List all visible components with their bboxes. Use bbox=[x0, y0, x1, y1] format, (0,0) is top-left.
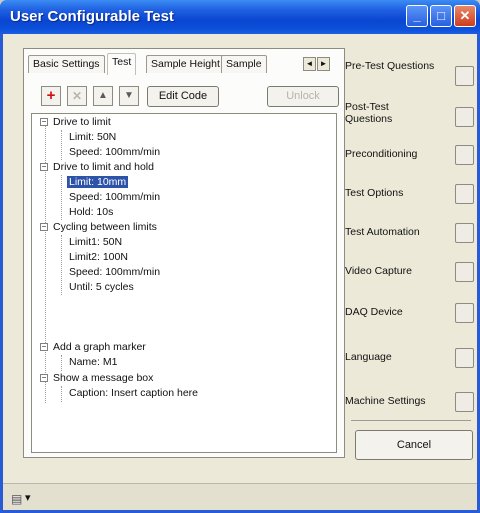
collapse-icon[interactable]: − bbox=[40, 223, 48, 231]
divider bbox=[351, 420, 471, 421]
tree-item-label: Drive to limit bbox=[53, 116, 111, 128]
side-item-machine-settings[interactable]: Machine Settings bbox=[345, 388, 475, 418]
open-settings-button[interactable] bbox=[455, 145, 474, 165]
side-item-preconditioning[interactable]: Preconditioning bbox=[345, 141, 475, 171]
tree-item-label: Speed: 100mm/min bbox=[69, 146, 161, 158]
side-item-label: Machine Settings bbox=[345, 395, 426, 407]
side-item-pre-test-questions[interactable]: Pre-Test Questions bbox=[345, 58, 475, 94]
open-settings-button[interactable] bbox=[455, 66, 474, 86]
minimize-button[interactable]: _ bbox=[406, 5, 428, 27]
tab-strip: Basic Settings Test Sample Height Sample… bbox=[28, 53, 342, 75]
tab-test[interactable]: Test bbox=[107, 53, 137, 75]
tab-sample[interactable]: Sample bbox=[221, 55, 267, 73]
tree-item-label: Hold: 10s bbox=[69, 206, 114, 218]
tree-item[interactable]: − Show a message box bbox=[36, 371, 153, 386]
open-settings-button[interactable] bbox=[455, 348, 474, 368]
tree-item-label-selected: Limit: 10mm bbox=[67, 176, 129, 188]
collapse-icon[interactable]: − bbox=[40, 163, 48, 171]
tree-item[interactable]: Limit1: 50N bbox=[69, 235, 122, 250]
tab-scroll-left-icon[interactable]: ◄ bbox=[303, 57, 316, 71]
tree-connector bbox=[61, 235, 62, 295]
side-item-label: Pre-Test Questions bbox=[345, 60, 435, 72]
tree-item[interactable]: Name: M1 bbox=[69, 355, 117, 370]
open-settings-button[interactable] bbox=[455, 107, 474, 127]
side-item-label: Video Capture bbox=[345, 265, 412, 277]
side-item-test-options[interactable]: Test Options bbox=[345, 180, 475, 210]
move-down-icon[interactable]: ▼ bbox=[119, 86, 139, 106]
maximize-button[interactable]: □ bbox=[430, 5, 452, 27]
tree-item-label: Drive to limit and hold bbox=[53, 161, 154, 173]
tree-item-label: Until: 5 cycles bbox=[69, 281, 134, 293]
tree-item[interactable]: Until: 5 cycles bbox=[69, 280, 134, 295]
tab-sample-height[interactable]: Sample Height bbox=[146, 55, 225, 73]
open-settings-button[interactable] bbox=[455, 262, 474, 282]
cancel-button[interactable]: Cancel bbox=[355, 430, 473, 460]
settings-panel: Basic Settings Test Sample Height Sample… bbox=[23, 48, 345, 458]
move-up-icon[interactable]: ▲ bbox=[93, 86, 113, 106]
tree-item[interactable]: Limit2: 100N bbox=[69, 250, 128, 265]
side-item-video-capture[interactable]: Video Capture bbox=[345, 258, 475, 288]
open-settings-button[interactable] bbox=[455, 184, 474, 204]
tree-connector bbox=[61, 175, 62, 220]
tree-item-label: Add a graph marker bbox=[53, 341, 146, 353]
side-item-label: DAQ Device bbox=[345, 306, 403, 318]
tree-item-label: Cycling between limits bbox=[53, 221, 157, 233]
open-settings-button[interactable] bbox=[455, 303, 474, 323]
side-item-daq-device[interactable]: DAQ Device bbox=[345, 299, 475, 329]
tree-item-label: Show a message box bbox=[53, 372, 154, 384]
tree-item-label: Caption: Insert caption here bbox=[69, 387, 198, 399]
test-steps-tree[interactable]: − Drive to limit Limit: 50N Speed: 100mm… bbox=[31, 113, 337, 453]
tree-connector bbox=[61, 386, 62, 402]
tree-item-label: Speed: 100mm/min bbox=[69, 191, 161, 203]
tree-item-label: Speed: 100mm/min bbox=[69, 266, 161, 278]
collapse-icon[interactable]: − bbox=[40, 118, 48, 126]
tree-item[interactable]: Speed: 100mm/min bbox=[69, 145, 160, 160]
disabled-button[interactable]: Unlock bbox=[267, 86, 339, 107]
tree-item[interactable]: − Drive to limit bbox=[36, 115, 111, 130]
tree-item-label: Limit: 50N bbox=[69, 131, 117, 143]
tree-item[interactable]: − Add a graph marker bbox=[36, 340, 146, 355]
side-item-label: Test Automation bbox=[345, 226, 420, 238]
tree-item[interactable]: Caption: Insert caption here bbox=[69, 386, 198, 401]
chevron-down-icon[interactable]: ▾ bbox=[25, 491, 31, 504]
delete-icon[interactable]: ✕ bbox=[67, 86, 87, 106]
tree-item[interactable]: Speed: 100mm/min bbox=[69, 190, 160, 205]
tree-toolbar: + ✕ ▲ ▼ Edit Code Unlock bbox=[41, 86, 341, 110]
tree-item-label: Limit1: 50N bbox=[69, 236, 123, 248]
title-bar[interactable]: User Configurable Test _ □ ✕ bbox=[0, 0, 480, 34]
side-item-label: Test Options bbox=[345, 187, 404, 199]
open-settings-button[interactable] bbox=[455, 223, 474, 243]
side-item-language[interactable]: Language bbox=[345, 344, 475, 374]
close-button[interactable]: ✕ bbox=[454, 5, 476, 27]
side-item-label: Preconditioning bbox=[345, 148, 418, 160]
collapse-icon[interactable]: − bbox=[40, 343, 48, 351]
window-title: User Configurable Test bbox=[10, 8, 174, 25]
tree-item[interactable]: − Cycling between limits bbox=[36, 220, 157, 235]
side-item-label: Post-Test Questions bbox=[345, 101, 393, 125]
add-icon[interactable]: + bbox=[41, 86, 61, 106]
edit-code-button[interactable]: Edit Code bbox=[147, 86, 219, 107]
tree-item-label: Limit2: 100N bbox=[69, 251, 128, 263]
side-item-post-test-questions[interactable]: Post-Test Questions bbox=[345, 99, 475, 135]
tree-item[interactable]: Hold: 10s bbox=[69, 205, 113, 220]
tab-scroll-right-icon[interactable]: ► bbox=[317, 57, 330, 71]
tree-connector bbox=[61, 130, 62, 160]
dialog-window: User Configurable Test _ □ ✕ Basic Setti… bbox=[0, 0, 480, 513]
open-settings-button[interactable] bbox=[455, 392, 474, 412]
side-item-label: Language bbox=[345, 351, 392, 363]
tree-connector bbox=[61, 355, 62, 371]
status-bar: ▤ ▾ bbox=[3, 483, 477, 510]
status-icon[interactable]: ▤ bbox=[11, 492, 22, 506]
side-item-test-automation[interactable]: Test Automation bbox=[345, 219, 475, 249]
tree-item[interactable]: Limit: 50N bbox=[69, 130, 116, 145]
collapse-icon[interactable]: − bbox=[40, 374, 48, 382]
tree-item[interactable]: Speed: 100mm/min bbox=[69, 265, 160, 280]
tab-basic-settings[interactable]: Basic Settings bbox=[28, 55, 105, 73]
tree-item[interactable]: Limit: 10mm bbox=[67, 175, 129, 190]
tree-item[interactable]: − Drive to limit and hold bbox=[36, 160, 154, 175]
tree-item-label: Name: M1 bbox=[69, 356, 118, 368]
